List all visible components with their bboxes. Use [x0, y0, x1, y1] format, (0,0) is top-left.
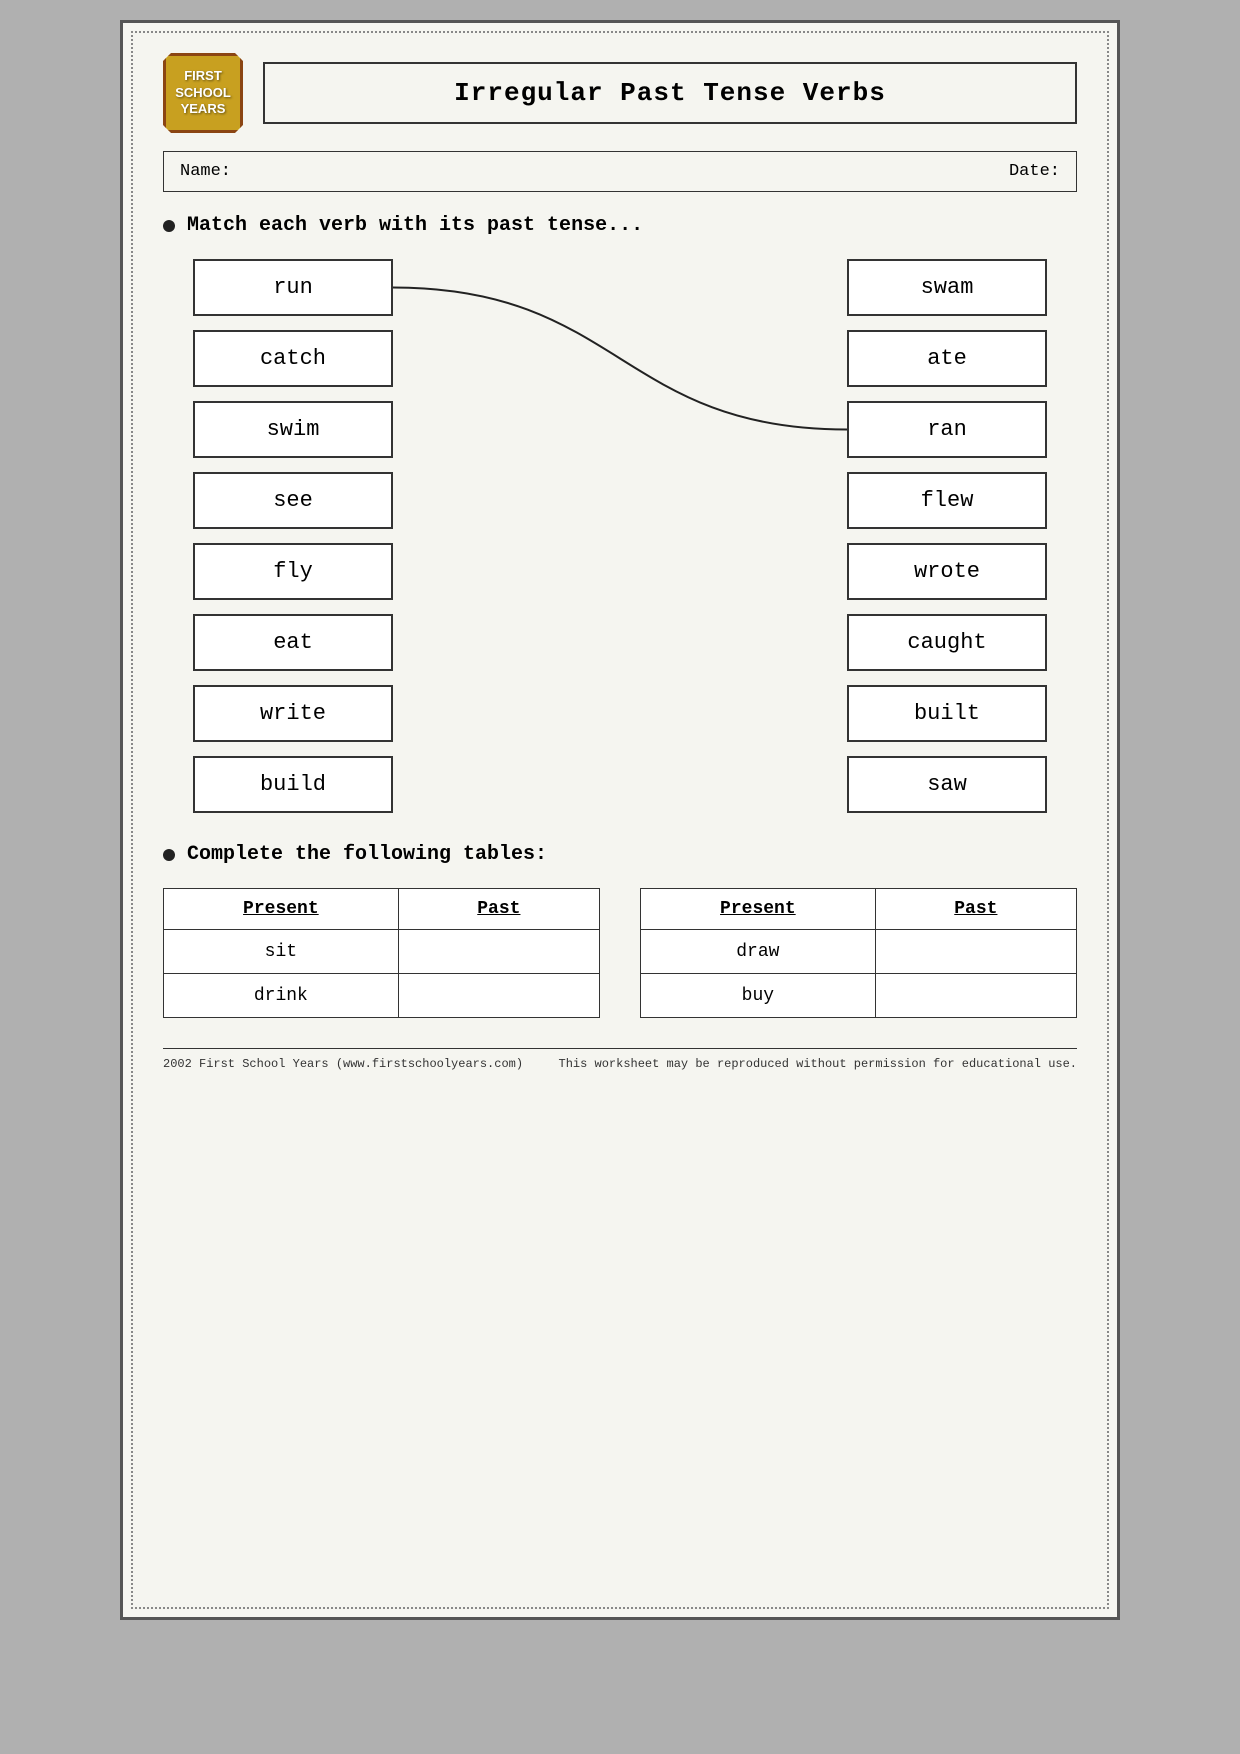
table2-header-present: Present — [641, 889, 876, 930]
right-word-caught: caught — [847, 614, 1047, 671]
table-2: Present Past draw buy — [640, 888, 1077, 1018]
tables-row: Present Past sit drink Present Past — [163, 888, 1077, 1018]
right-column: swam ate ran flew wrote caught built saw — [847, 259, 1047, 813]
left-word-swim: swim — [193, 401, 393, 458]
left-word-run: run — [193, 259, 393, 316]
table-row: draw — [641, 930, 1077, 974]
date-label: Date: — [1009, 162, 1060, 181]
header: FIRSTSCHOOLYEARS Irregular Past Tense Ve… — [163, 53, 1077, 133]
left-word-build: build — [193, 756, 393, 813]
table1-header-past: Past — [398, 889, 599, 930]
table1-row1-past[interactable] — [398, 930, 599, 974]
left-word-eat: eat — [193, 614, 393, 671]
instruction-1-text: Match each verb with its past tense... — [187, 214, 643, 237]
left-column: run catch swim see fly eat write build — [193, 259, 393, 813]
table1-row2-present: drink — [164, 974, 399, 1018]
logo-text: FIRSTSCHOOLYEARS — [175, 68, 231, 119]
right-word-ate: ate — [847, 330, 1047, 387]
table2-row1-present: draw — [641, 930, 876, 974]
right-word-built: built — [847, 685, 1047, 742]
table1-row2-past[interactable] — [398, 974, 599, 1018]
table2-row1-past[interactable] — [875, 930, 1076, 974]
footer-left: 2002 First School Years (www.firstschool… — [163, 1057, 523, 1071]
bullet-icon — [163, 220, 175, 232]
left-word-write: write — [193, 685, 393, 742]
matching-area: run catch swim see fly eat write build s… — [163, 259, 1077, 813]
table-1: Present Past sit drink — [163, 888, 600, 1018]
page-title: Irregular Past Tense Verbs — [263, 62, 1077, 124]
name-label: Name: — [180, 162, 231, 181]
table2-row2-past[interactable] — [875, 974, 1076, 1018]
instruction-2-text: Complete the following tables: — [187, 843, 547, 866]
right-word-saw: saw — [847, 756, 1047, 813]
left-word-see: see — [193, 472, 393, 529]
table2-row2-present: buy — [641, 974, 876, 1018]
footer: 2002 First School Years (www.firstschool… — [163, 1048, 1077, 1071]
right-word-wrote: wrote — [847, 543, 1047, 600]
table-row: buy — [641, 974, 1077, 1018]
table2-header-past: Past — [875, 889, 1076, 930]
table1-row1-present: sit — [164, 930, 399, 974]
logo: FIRSTSCHOOLYEARS — [163, 53, 243, 133]
right-word-ran: ran — [847, 401, 1047, 458]
table1-header-present: Present — [164, 889, 399, 930]
footer-right: This worksheet may be reproduced without… — [559, 1057, 1077, 1071]
bullet-icon-2 — [163, 849, 175, 861]
table-row: drink — [164, 974, 600, 1018]
right-word-swam: swam — [847, 259, 1047, 316]
name-date-row: Name: Date: — [163, 151, 1077, 192]
left-word-fly: fly — [193, 543, 393, 600]
instruction-1: Match each verb with its past tense... — [163, 214, 1077, 237]
worksheet-page: FIRSTSCHOOLYEARS Irregular Past Tense Ve… — [120, 20, 1120, 1620]
table-row: sit — [164, 930, 600, 974]
right-word-flew: flew — [847, 472, 1047, 529]
left-word-catch: catch — [193, 330, 393, 387]
instruction-2: Complete the following tables: — [163, 843, 1077, 866]
